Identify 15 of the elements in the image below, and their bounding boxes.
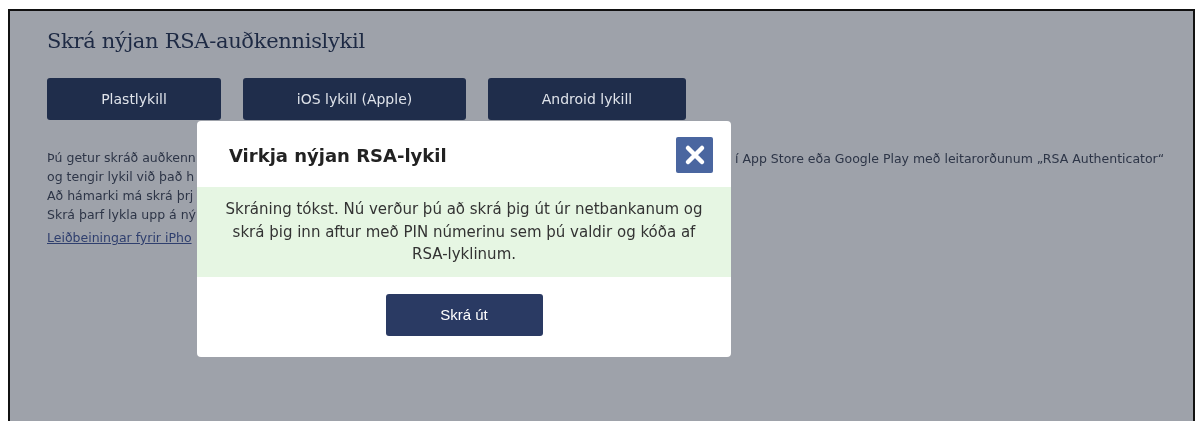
guide-link[interactable]: Leiðbeiningar fyrir iPho	[47, 230, 199, 245]
close-button[interactable]	[676, 137, 713, 173]
logout-button[interactable]: Skrá út	[385, 293, 543, 336]
key-type-button[interactable]: iOS lykill (Apple)	[243, 78, 466, 120]
page-title: Skrá nýjan RSA-auðkennislykil	[47, 29, 366, 53]
intro-text: Þú getur skráð auðkenn	[47, 149, 197, 167]
key-type-button[interactable]: Plastlykill	[47, 78, 221, 120]
intro-text: í App Store eða Google Play með leitarorðunum „RSA Authenticator“	[735, 151, 1165, 166]
close-icon	[683, 144, 706, 166]
success-message: Skráning tókst. Nú verður þú að skrá þig út úr netbankanum og skrá þig inn aftur með PIN númerinu sem þú valdir og kóða af RSA-lyklinum.	[197, 187, 731, 277]
intro-text: Að hámarki má skrá þrj	[47, 187, 195, 205]
key-type-button[interactable]: Android lykill	[488, 78, 686, 120]
intro-text: Skrá þarf lykla upp á ný	[47, 206, 197, 224]
intro-text: og tengir lykil við það h	[47, 168, 196, 186]
dialog-title: Virkja nýjan RSA-lykil	[229, 144, 447, 166]
